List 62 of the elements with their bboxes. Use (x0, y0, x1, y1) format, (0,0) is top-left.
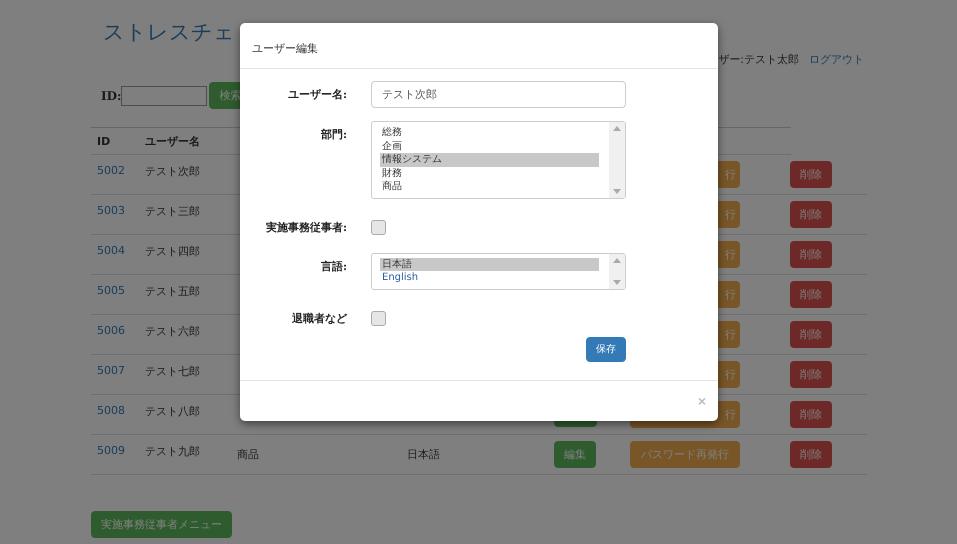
delete-button[interactable]: 削除 (790, 401, 832, 428)
delete-button[interactable]: 削除 (790, 241, 832, 268)
table-cell-text: テスト五郎 (144, 284, 201, 299)
column-header: ID (96, 134, 112, 148)
table-cell-text: テスト次郎 (144, 164, 201, 179)
table-cell-text: テスト三郎 (144, 204, 201, 219)
id-link[interactable]: 5007 (91, 355, 139, 377)
column-header: ユーザー名 (144, 134, 201, 148)
id-link[interactable]: 5006 (91, 315, 139, 337)
logout-link[interactable]: ログアウト (809, 52, 864, 68)
scroll-down-icon[interactable] (613, 188, 621, 194)
delete-button[interactable]: 削除 (790, 201, 832, 228)
id-link[interactable]: 5004 (91, 235, 139, 257)
list-option[interactable]: 財務 (380, 166, 599, 180)
listbox[interactable]: 総務 企画 情報システム 財務 商品 (371, 121, 626, 198)
list-option[interactable]: 情報システム (380, 153, 599, 166)
save-button[interactable]: 保存 (586, 336, 626, 362)
table-cell-text: テスト八郎 (144, 404, 201, 419)
delete-button[interactable]: 削除 (790, 281, 832, 308)
id-link[interactable]: 5009 (91, 435, 139, 457)
listbox[interactable]: 日本語 English (371, 252, 626, 290)
delete-button[interactable]: 削除 (790, 321, 832, 348)
reissue-password-button[interactable]: パスワード再発行 (630, 441, 740, 468)
id-link[interactable]: 5008 (91, 395, 139, 417)
field-label: 部門: (320, 127, 347, 142)
delete-button[interactable]: 削除 (790, 441, 832, 468)
table-cell-text: テスト九郎 (144, 444, 201, 459)
scroll-up-icon[interactable] (613, 126, 621, 131)
scrollbar[interactable] (609, 254, 625, 288)
list-option[interactable]: 総務 (380, 126, 599, 140)
field-label: 言語: (320, 258, 347, 274)
table-cell-text: テスト四郎 (144, 244, 201, 259)
page-title: ストレスチェ (103, 19, 235, 46)
field-label: 実施事務従事者: (264, 220, 347, 234)
id-link[interactable]: 5005 (91, 275, 139, 297)
table-cell-text: テスト七郎 (144, 364, 201, 379)
delete-button[interactable]: 削除 (790, 361, 832, 388)
user-name: ザー:テスト太郎 (718, 52, 799, 68)
dialog-title: ユーザー編集 (252, 42, 318, 55)
staff-menu-button[interactable]: 実施事務従事者メニュー (91, 511, 232, 538)
close-button[interactable]: × (698, 393, 706, 409)
list-option[interactable]: 企画 (380, 140, 599, 153)
scrollbar[interactable] (609, 122, 625, 198)
edit-button[interactable]: 編集 (554, 441, 596, 468)
table-cell-text: 商品 (236, 447, 259, 461)
checkbox[interactable] (371, 220, 386, 234)
scroll-down-icon[interactable] (613, 280, 621, 284)
id-label: ID: (101, 88, 122, 102)
list-option[interactable]: 日本語 (380, 258, 599, 271)
username-field[interactable]: テスト次郎 (371, 81, 626, 108)
list-option[interactable]: English (380, 271, 599, 284)
checkbox[interactable] (371, 310, 386, 326)
delete-button[interactable]: 削除 (790, 161, 832, 188)
id-field[interactable] (121, 86, 208, 106)
field-label: 退職者など (291, 310, 347, 326)
id-link[interactable]: 5003 (91, 195, 139, 217)
table-cell-text: テスト六郎 (144, 324, 201, 339)
list-option[interactable]: 商品 (380, 180, 599, 194)
id-link[interactable]: 5002 (91, 155, 139, 177)
table-cell-text: 日本語 (406, 447, 440, 461)
scroll-up-icon[interactable] (613, 258, 621, 262)
field-label: ユーザー名: (286, 87, 347, 102)
